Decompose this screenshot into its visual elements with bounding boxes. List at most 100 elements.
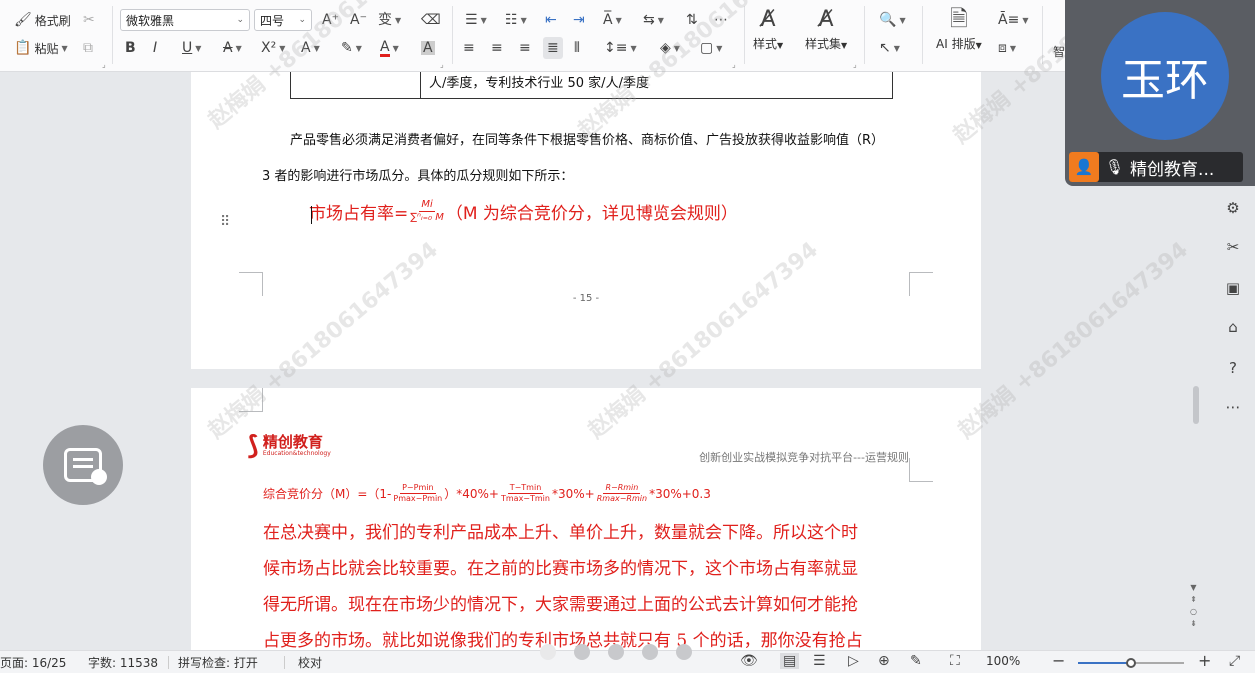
select-object-icon[interactable]: ○ — [1190, 606, 1197, 618]
paragraph-line: 3 者的影响进行市场瓜分。具体的瓜分规则如下所示： — [262, 169, 574, 184]
text-direction-button[interactable]: ⇆ ▼ — [643, 9, 664, 31]
carousel-dot[interactable] — [574, 644, 590, 660]
numbering-button[interactable]: ☷ ▼ — [505, 9, 527, 31]
distribute-button[interactable]: ⫴ — [574, 37, 580, 59]
char-shading-button[interactable]: A — [421, 37, 435, 59]
line-spacing-button[interactable]: ↕≡ ▼ — [604, 37, 637, 59]
bullets-button[interactable]: ☰ ▼ — [465, 9, 487, 31]
eye-icon[interactable]: 👁 — [740, 653, 758, 669]
borders-button[interactable]: ▢ ▼ — [700, 37, 722, 59]
shading-button[interactable]: ◈ ▼ — [660, 37, 680, 59]
bold-button[interactable]: B — [125, 37, 136, 59]
numbered-list-icon: ☷ — [505, 12, 518, 28]
fit-screen-icon[interactable]: ⛶ — [950, 653, 960, 669]
grow-font-button[interactable]: A⁺ — [322, 9, 339, 31]
copy-button[interactable]: ⧉ — [83, 37, 93, 59]
strikethrough-button[interactable]: A ▼ — [223, 37, 242, 59]
adjust-icon[interactable]: ⚙ — [1222, 197, 1244, 219]
cut-button[interactable]: ✂ — [83, 9, 95, 31]
carousel-dot[interactable] — [676, 644, 692, 660]
font-color-button[interactable]: A ▼ — [380, 37, 399, 59]
zoom-in-icon[interactable]: + — [1198, 651, 1211, 670]
ai-layout-button[interactable]: 🗎 AI 排版▼ — [936, 8, 982, 52]
phonetic-button[interactable]: 变 ▼ — [378, 9, 401, 31]
page-indicator[interactable]: 页面: 16/25 — [0, 654, 66, 671]
align-justify-icon: ≣ — [547, 40, 559, 56]
proofread-button[interactable]: 校对 — [298, 654, 322, 671]
outline-view-icon[interactable]: ☰ — [813, 653, 826, 669]
participant-avatar: 玉环 — [1101, 12, 1229, 140]
help-icon[interactable]: ? — [1222, 357, 1244, 379]
dialog-launcher-icon[interactable]: ⌟ — [440, 60, 444, 69]
image-icon[interactable]: ▣ — [1222, 277, 1244, 299]
carousel-dot[interactable] — [540, 644, 556, 660]
outdent-icon: ⇤ — [545, 12, 557, 28]
video-call-tile[interactable]: 玉环 👤 🎙 精创教育... — [1065, 0, 1255, 186]
pen-icon[interactable]: ✎ — [910, 653, 922, 669]
justify-button[interactable]: ≣ — [543, 37, 563, 59]
carousel-dot[interactable] — [608, 644, 624, 660]
italic-button[interactable]: I — [153, 37, 157, 59]
align-center-button[interactable]: ≡ — [491, 37, 503, 59]
paste-button[interactable]: 📋 粘贴 ▼ — [14, 37, 68, 59]
shirt-icon[interactable]: ⌂ — [1222, 316, 1244, 338]
scrollbar-thumb[interactable] — [1193, 386, 1199, 424]
shapes-button[interactable]: ⧈ ▼ — [998, 37, 1016, 59]
underline-button[interactable]: U ▼ — [182, 37, 201, 59]
next-page-icon[interactable]: ⇟ — [1190, 618, 1197, 630]
scroll-arrows[interactable]: ▼ ⇞ ○ ⇟ — [1190, 582, 1197, 630]
zoom-slider-knob[interactable] — [1126, 658, 1136, 668]
tools-icon[interactable]: ✂ — [1222, 236, 1244, 258]
spellcheck-toggle[interactable]: 拼写检查: 打开 — [178, 654, 258, 671]
page-view-icon[interactable]: ▤ — [780, 653, 800, 669]
more-icon[interactable]: ⋯ — [1222, 396, 1244, 418]
chevron-down-icon: ▼ — [313, 43, 320, 53]
chevron-down-icon: ⌄ — [298, 15, 306, 25]
style-sets-button[interactable]: A̸ 样式集▼ — [805, 8, 847, 52]
find-button[interactable]: 🔍 ▼ — [879, 9, 906, 31]
shrink-font-button[interactable]: A⁻ — [350, 9, 367, 31]
prev-page-icon[interactable]: ⇞ — [1190, 594, 1197, 606]
superscript-button[interactable]: X² ▼ — [261, 37, 285, 59]
chevron-down-icon: ▼ — [520, 15, 527, 25]
floating-assistant-button[interactable] — [43, 425, 123, 505]
select-button[interactable]: ↖ ▼ — [879, 37, 900, 59]
word-count[interactable]: 字数: 11538 — [88, 654, 158, 671]
cursor-arrow-icon: ↖ — [879, 40, 891, 56]
font-name-select[interactable]: 微软雅黑 ⌄ — [120, 9, 250, 31]
clear-format-button[interactable]: ⌫ — [421, 9, 441, 31]
decrease-indent-button[interactable]: ⇤ — [545, 9, 557, 31]
format-painter-button[interactable]: 🖌 格式刷 — [14, 9, 71, 31]
align-left-icon: ≡ — [463, 40, 475, 56]
show-marks-button[interactable]: ⋯ — [714, 9, 728, 31]
play-icon[interactable]: ▷ — [848, 653, 859, 669]
smart-button[interactable]: 智 — [1053, 40, 1065, 62]
drag-handle-icon[interactable]: ⠿ — [220, 214, 230, 230]
microphone-icon[interactable]: 🎙 — [1105, 158, 1124, 176]
fullscreen-icon[interactable]: ⤢ — [1229, 653, 1240, 669]
line-spacing-icon: ↕≡ — [604, 40, 628, 56]
text-tools-button[interactable]: Ā≡ ▼ — [998, 9, 1028, 31]
watermark: 赵梅娟 +8618061647394 — [953, 237, 1193, 444]
dialog-launcher-icon[interactable]: ⌟ — [853, 60, 857, 69]
char-shading-icon: A — [421, 40, 435, 56]
zoom-slider[interactable] — [1078, 658, 1184, 668]
increase-indent-button[interactable]: ⇥ — [573, 9, 585, 31]
formula-note: （M 为综合竞价分，详见博览会规则） — [445, 204, 738, 224]
zoom-out-icon[interactable]: − — [1052, 651, 1065, 670]
clipboard-icon: 📋 — [14, 40, 32, 56]
dialog-launcher-icon[interactable]: ⌟ — [732, 60, 736, 69]
text-effect-button[interactable]: A ▼ — [301, 37, 320, 59]
highlight-button[interactable]: ✎ ▼ — [341, 37, 362, 59]
font-size-select[interactable]: 四号 ⌄ — [254, 9, 312, 31]
asian-layout-button[interactable]: A̅ ▼ — [603, 9, 622, 31]
dialog-launcher-icon[interactable]: ⌟ — [102, 60, 106, 69]
web-view-icon[interactable]: ⊕ — [878, 653, 890, 669]
styles-button[interactable]: A̸ 样式▼ — [753, 8, 783, 52]
carousel-dot[interactable] — [642, 644, 658, 660]
zoom-level[interactable]: 100% — [986, 654, 1020, 668]
sort-button[interactable]: ⇅ — [686, 9, 698, 31]
align-right-button[interactable]: ≡ — [519, 37, 531, 59]
align-left-button[interactable]: ≡ — [463, 37, 475, 59]
scroll-down-icon[interactable]: ▼ — [1190, 582, 1196, 594]
